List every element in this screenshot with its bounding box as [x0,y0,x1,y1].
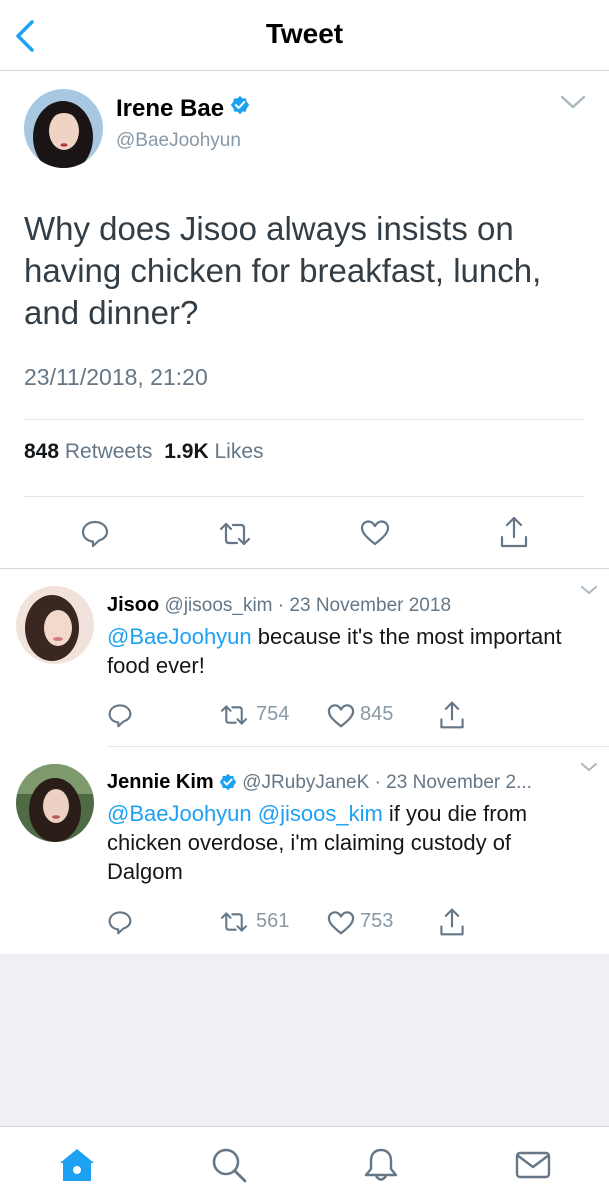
retweets-count[interactable]: 848 [24,440,59,463]
like-count[interactable]: 753 [360,910,393,933]
divider [107,746,609,747]
reply-author-name[interactable]: Jisoo [107,594,159,616]
search-icon[interactable] [209,1145,249,1185]
like-count[interactable]: 845 [360,703,393,726]
author-name[interactable]: Irene Bae [116,95,224,123]
reply-icon[interactable] [80,518,110,548]
divider [24,419,585,420]
reply-date: · 23 November 2018 [277,595,452,616]
share-icon[interactable] [499,515,529,549]
mention-link[interactable]: @BaeJoohyun [107,624,252,649]
divider [0,568,609,569]
avatar[interactable] [16,764,94,842]
share-icon[interactable] [438,700,466,730]
reply-author-handle[interactable]: @jisoos_kim [165,595,273,616]
nav-bar: Tweet [0,0,609,71]
chevron-down-icon[interactable] [558,92,588,112]
retweet-icon[interactable] [218,703,250,727]
retweet-icon[interactable] [218,520,252,548]
retweet-count[interactable]: 561 [256,910,289,933]
chevron-down-icon[interactable] [579,584,599,596]
tweet-timestamp: 23/11/2018, 21:20 [24,364,208,390]
tab-bar [0,1126,609,1200]
heart-icon[interactable] [327,910,355,936]
mail-icon[interactable] [513,1145,553,1185]
reply-date: · 23 November 2... [374,772,532,793]
empty-background [0,954,609,1126]
reply-header: Jennie Kim @JRubyJaneK · 23 November 2..… [107,771,532,794]
home-icon[interactable] [57,1145,97,1185]
divider [24,496,585,497]
verified-badge-icon [230,95,250,115]
retweet-count[interactable]: 754 [256,703,289,726]
reply-header: Jisoo @jisoos_kim · 23 November 2018 [107,594,451,617]
likes-count[interactable]: 1.9K [164,440,208,463]
heart-icon[interactable] [327,703,355,729]
reply-author-name[interactable]: Jennie Kim [107,771,214,793]
retweet-icon[interactable] [218,910,250,934]
chevron-down-icon[interactable] [579,761,599,773]
mention-link[interactable]: @BaeJoohyun @jisoos_kim [107,801,383,826]
page-title: Tweet [265,18,344,49]
avatar[interactable] [24,89,103,168]
verified-badge-icon [219,773,237,791]
reply-author-handle[interactable]: @JRubyJaneK [242,772,369,793]
tweet-text: Why does Jisoo always insists on having … [24,210,542,331]
reply-text: @BaeJoohyun @jisoos_kim if you die from … [107,799,587,886]
share-icon[interactable] [438,907,466,937]
retweets-label[interactable]: Retweets [65,440,153,463]
reply-icon[interactable] [107,702,133,728]
reply-text: @BaeJoohyun because it's the most import… [107,622,587,680]
bell-icon[interactable] [361,1145,401,1185]
tweet-stats: 848 Retweets 1.9K Likes [24,440,264,464]
heart-icon[interactable] [360,519,390,547]
author-handle[interactable]: @BaeJoohyun [116,130,241,152]
likes-label[interactable]: Likes [214,440,263,463]
avatar[interactable] [16,586,94,664]
reply-icon[interactable] [107,909,133,935]
